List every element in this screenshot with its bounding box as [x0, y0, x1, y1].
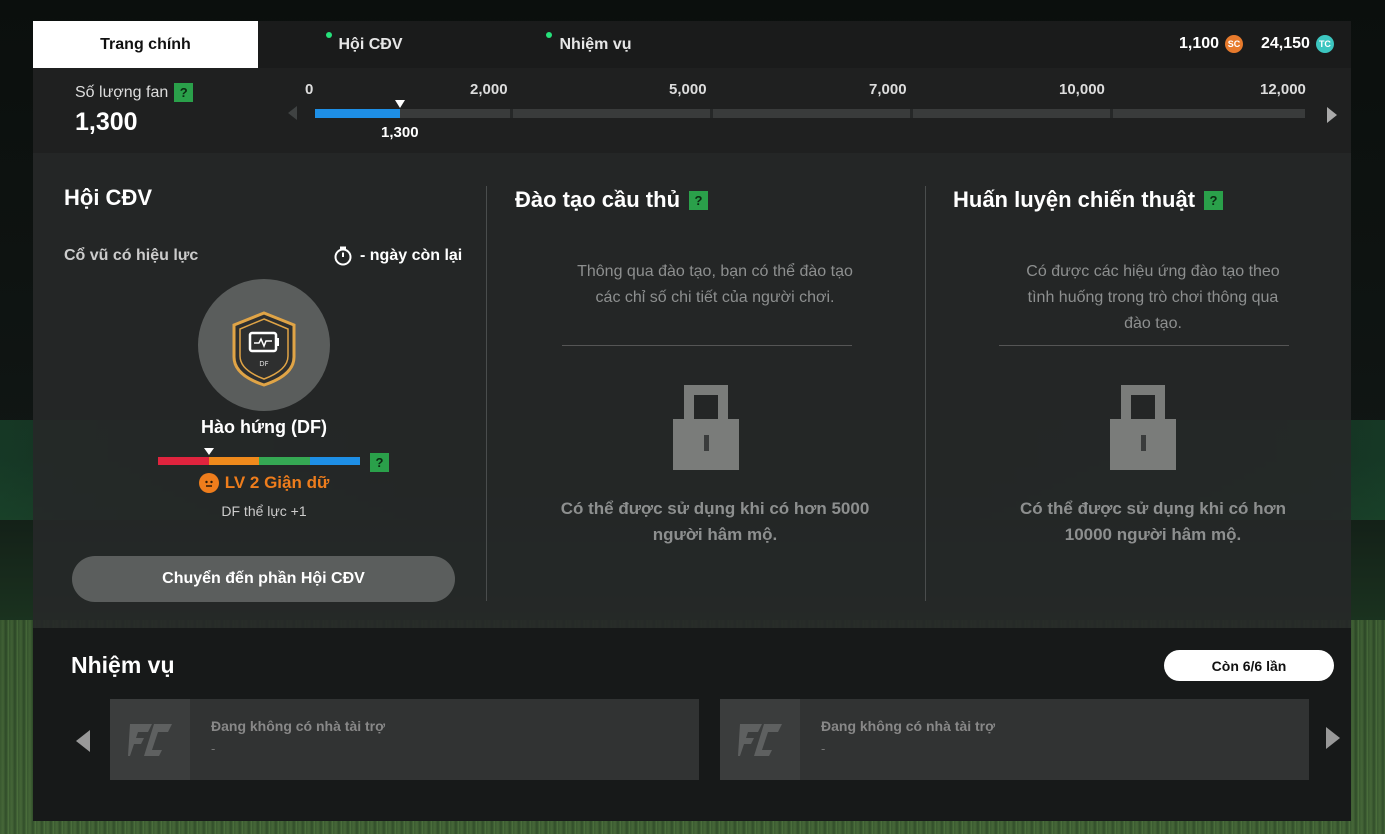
stopwatch-icon — [334, 246, 352, 266]
unlock-line: người hâm mộ. — [652, 525, 778, 544]
progress-tick: 12,000 — [1260, 81, 1306, 98]
progress-tick: 5,000 — [669, 81, 707, 98]
boost-label: Cổ vũ có hiệu lực — [64, 247, 199, 264]
help-icon[interactable]: ? — [689, 190, 709, 210]
divider — [999, 345, 1289, 346]
player-training-title-text: Đào tạo cầu thủ — [515, 187, 681, 212]
fan-count-label-text: Số lượng fan — [75, 83, 169, 101]
fan-count-value: 1,300 — [75, 108, 138, 136]
tactical-training-unlock-condition: Có thể được sử dụng khi có hơn 10000 ngư… — [953, 496, 1353, 548]
segment-divider — [510, 109, 513, 118]
column-divider — [486, 186, 487, 601]
progress-tick: 10,000 — [1059, 81, 1105, 98]
progress-prev-arrow — [288, 106, 297, 120]
mission-sponsor: Đang không có nhà tài trợ — [821, 718, 996, 734]
supporter-badge: DF — [198, 279, 330, 411]
desc-line: Có được các hiệu ứng đào tạo theo — [1026, 263, 1280, 280]
supporters-title-text: Hội CĐV — [64, 185, 152, 210]
help-icon[interactable]: ? — [174, 83, 194, 102]
tab-missions[interactable]: Nhiệm vụ — [483, 21, 708, 68]
angry-face-icon — [198, 473, 219, 493]
tab-home-label: Trang chính — [100, 35, 191, 53]
fc-logo-icon — [110, 699, 190, 780]
mission-detail: - — [821, 741, 826, 756]
mood-segment-red — [158, 457, 209, 465]
mission-sponsor: Đang không có nhà tài trợ — [211, 718, 386, 734]
battery-shield-icon: DF — [232, 311, 296, 387]
missions-section: Nhiệm vụ Còn 6/6 lần Đang không có nhà t… — [33, 628, 1351, 821]
player-training-unlock-condition: Có thể được sử dụng khi có hơn 5000 ngườ… — [515, 496, 915, 548]
fan-progress-marker — [395, 100, 405, 108]
mood-segment-blue — [309, 457, 360, 465]
tab-home[interactable]: Trang chính — [33, 21, 258, 68]
notification-dot — [326, 32, 332, 38]
tactical-training-title: Huấn luyện chiến thuật ? — [953, 187, 1224, 213]
mission-detail: - — [211, 741, 216, 756]
mission-card[interactable]: Đang không có nhà tài trợ - — [720, 699, 1309, 780]
remaining-days: - ngày còn lại — [333, 246, 462, 266]
player-training-desc: Thông qua đào tạo, bạn có thể đào tạo cá… — [515, 259, 915, 311]
fan-progress-marker-label: 1,300 — [381, 124, 419, 141]
desc-line: đào tạo. — [1124, 315, 1182, 332]
badge-position: DF — [259, 360, 268, 368]
help-icon[interactable]: ? — [1204, 190, 1224, 210]
remaining-days-text: - ngày còn lại — [360, 247, 463, 264]
mood-level: LV 2 Giận dữ — [64, 473, 464, 493]
tab-supporters[interactable]: Hội CĐV — [258, 21, 483, 68]
player-training-title: Đào tạo cầu thủ ? — [515, 187, 709, 213]
progress-next-arrow[interactable] — [1327, 107, 1337, 123]
mood-effect: DF thể lực +1 — [221, 503, 307, 519]
unlock-line: Có thể được sử dụng khi có hơn — [1019, 499, 1286, 518]
tactical-training-desc: Có được các hiệu ứng đào tạo theo tình h… — [953, 259, 1353, 337]
segment-divider — [910, 109, 913, 118]
desc-line: tình huống trong trò chơi thông qua — [1027, 289, 1279, 306]
notification-dot — [546, 32, 552, 38]
fan-count-label: Số lượng fan ? — [75, 83, 194, 102]
desc-line: Thông qua đào tạo, bạn có thể đào tạo — [577, 263, 853, 280]
divider — [562, 345, 852, 346]
missions-prev-arrow[interactable] — [76, 730, 90, 752]
progress-tick: 7,000 — [869, 81, 907, 98]
mood-segment-orange — [208, 457, 259, 465]
segment-divider — [710, 109, 713, 118]
segment-divider — [1110, 109, 1113, 118]
fc-logo-icon — [720, 699, 800, 780]
tc-coin-icon: TC — [1315, 35, 1334, 53]
goto-supporters-button[interactable]: Chuyển đến phần Hội CĐV — [72, 556, 455, 602]
mood-marker — [204, 448, 214, 455]
tactical-training-title-text: Huấn luyện chiến thuật — [953, 187, 1196, 212]
unlock-line: Có thể được sử dụng khi có hơn 5000 — [560, 499, 870, 518]
missions-next-arrow[interactable] — [1326, 727, 1340, 749]
progress-tick: 0 — [305, 81, 314, 98]
fan-progress-track — [315, 109, 1305, 118]
mood-segment-green — [259, 457, 310, 465]
tc-amount: 24,150 — [1261, 35, 1310, 52]
tab-supporters-label: Hội CĐV — [338, 35, 403, 53]
mission-card[interactable]: Đang không có nhà tài trợ - — [110, 699, 699, 780]
supporters-title: Hội CĐV — [64, 185, 152, 211]
help-icon[interactable]: ? — [370, 453, 389, 472]
sc-amount: 1,100 — [1179, 35, 1220, 52]
desc-line: các chỉ số chi tiết của người chơi. — [595, 289, 835, 306]
mood-bar — [158, 457, 360, 465]
main-panel: Trang chính Hội CĐV Nhiệm vụ 1,100 SC 24… — [33, 21, 1351, 821]
mood-name: Hào hứng (DF) — [200, 417, 327, 437]
mood-level-text: LV 2 Giận dữ — [224, 473, 330, 492]
column-divider — [925, 186, 926, 601]
missions-title: Nhiệm vụ — [71, 652, 175, 678]
tab-missions-label: Nhiệm vụ — [559, 35, 632, 53]
tab-bar: Trang chính Hội CĐV Nhiệm vụ 1,100 SC 24… — [33, 21, 1351, 68]
sc-coin-icon: SC — [1225, 35, 1244, 53]
missions-remaining-pill[interactable]: Còn 6/6 lần — [1164, 650, 1334, 681]
sc-balance: 1,100 SC — [1179, 35, 1244, 53]
fan-progress-fill — [315, 109, 400, 118]
unlock-line: 10000 người hâm mộ. — [1064, 525, 1242, 544]
progress-tick: 2,000 — [470, 81, 508, 98]
tc-balance: 24,150 TC — [1261, 35, 1334, 53]
